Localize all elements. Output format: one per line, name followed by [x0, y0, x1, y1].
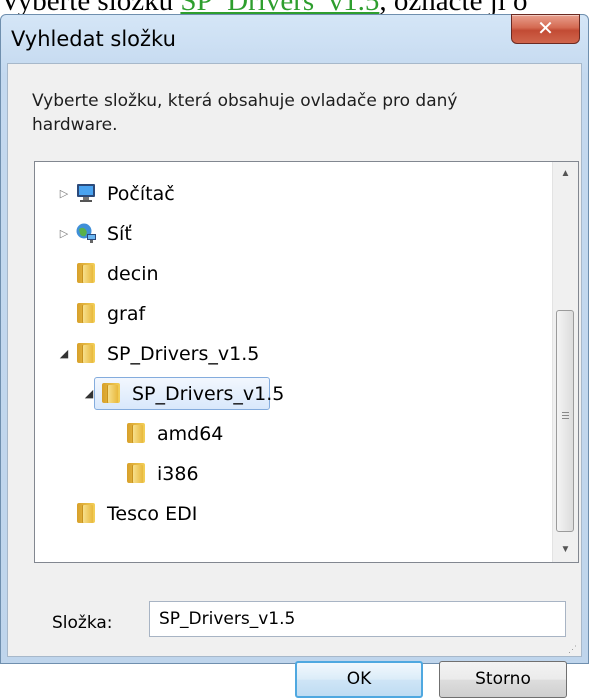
tree-item-label: Počítač	[107, 183, 175, 205]
tree-item-label: graf	[107, 303, 146, 325]
folder-icon	[75, 342, 97, 364]
tree-item[interactable]: decin	[35, 254, 552, 294]
folder-input[interactable]: SP_Drivers_v1.5	[149, 601, 566, 637]
expand-arrow-icon[interactable]: ▷	[57, 187, 71, 201]
dialog-description: Vyberte složku, která obsahuje ovladače …	[32, 91, 458, 135]
dialog-title: Vyhledat složku	[11, 27, 176, 51]
collapse-arrow-icon[interactable]: ◢	[57, 347, 71, 361]
close-icon: ✕	[537, 16, 554, 40]
folder-field-label: Složka:	[52, 613, 113, 633]
tree-scrollbar[interactable]: ▲ ▼	[552, 162, 578, 562]
tree-item[interactable]: i386	[35, 454, 552, 494]
tree-item[interactable]: amd64	[35, 414, 552, 454]
tree-item-label: SP_Drivers_v1.5	[132, 383, 285, 405]
title-bar[interactable]: Vyhledat složku ✕	[1, 14, 588, 63]
tree-item-label: amd64	[157, 423, 224, 445]
expand-arrow-icon[interactable]: ▷	[57, 227, 71, 241]
close-button[interactable]: ✕	[511, 14, 580, 44]
tree-item[interactable]: graf	[35, 294, 552, 334]
browse-folder-dialog: Vyhledat složku ✕ Vyberte složku, která …	[0, 14, 589, 698]
folder-tree[interactable]: ▷ Počítač ▷ Síť decin graf ◢ SP_Drivers_v1.5 ◢ SP…	[34, 161, 579, 563]
folder-icon	[75, 502, 97, 524]
folder-icon	[75, 302, 97, 324]
computer-icon	[75, 182, 97, 204]
thumb-grip-icon	[562, 412, 569, 413]
scrollbar-thumb[interactable]	[556, 310, 574, 532]
collapse-arrow-icon[interactable]: ◢	[82, 387, 96, 401]
tree-item-label: SP_Drivers_v1.5	[107, 343, 260, 365]
tree-item[interactable]: ◢ SP_Drivers_v1.5	[35, 374, 552, 414]
tree-item-label: i386	[157, 463, 199, 485]
folder-icon	[75, 262, 97, 284]
resize-grip-icon[interactable]: ⋰	[568, 643, 580, 655]
folder-icon	[125, 422, 147, 444]
folder-icon	[125, 462, 147, 484]
tree-item[interactable]: ▷ Síť	[35, 214, 552, 254]
folder-icon	[100, 382, 122, 404]
tree-item[interactable]: ▷ Počítač	[35, 174, 552, 214]
tree-item[interactable]: Tesco EDI	[35, 494, 552, 534]
ok-button[interactable]: OK	[295, 661, 423, 698]
tree-item-label: Síť	[107, 223, 132, 245]
tree-item[interactable]: ◢ SP_Drivers_v1.5	[35, 334, 552, 374]
tree-item-label: Tesco EDI	[107, 503, 198, 525]
scroll-up-arrow[interactable]: ▲	[553, 162, 578, 186]
scroll-down-arrow[interactable]: ▼	[553, 538, 578, 562]
folder-field-label-text: Složka:	[52, 613, 113, 633]
tree-item-label: decin	[107, 263, 159, 285]
dialog-body: Vyberte složku, která obsahuje ovladače …	[7, 63, 582, 698]
network-icon	[75, 222, 97, 244]
folder-tree-items: ▷ Počítač ▷ Síť decin graf ◢ SP_Drivers_v1.5 ◢ SP…	[35, 162, 552, 562]
cancel-button[interactable]: Storno	[439, 661, 567, 698]
